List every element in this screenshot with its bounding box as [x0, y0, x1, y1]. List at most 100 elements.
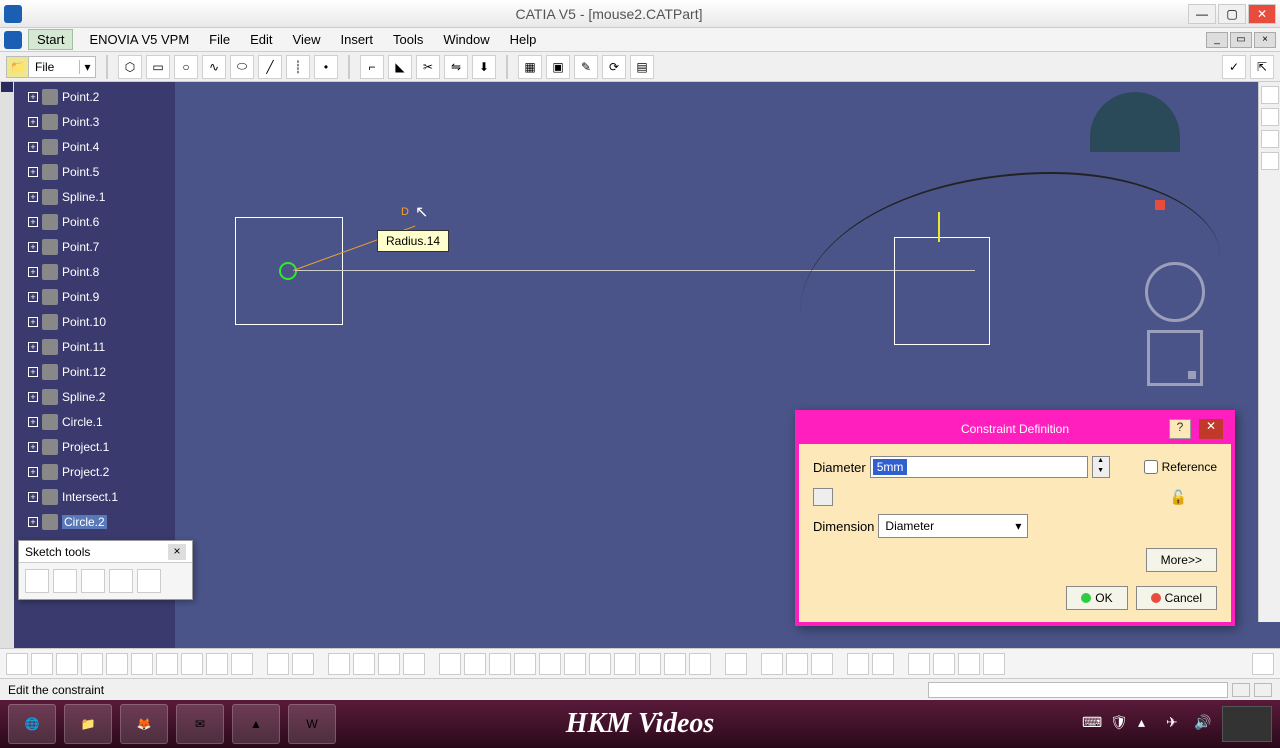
chamfer-tool[interactable]: ◣: [388, 55, 412, 79]
expander-icon[interactable]: +: [28, 517, 38, 527]
open-button[interactable]: [31, 653, 53, 675]
menu-file[interactable]: File: [199, 30, 240, 49]
tree-item[interactable]: +Point.12: [28, 359, 175, 384]
wireframe-button[interactable]: [353, 653, 375, 675]
lock-icon[interactable]: 🔓: [1170, 489, 1187, 506]
expander-icon[interactable]: +: [28, 392, 38, 402]
dimension-position-icon[interactable]: [813, 488, 833, 506]
keyboard-tray-icon[interactable]: ⌨: [1082, 714, 1102, 734]
mail-taskbar[interactable]: ✉: [176, 704, 224, 744]
paste-button[interactable]: [156, 653, 178, 675]
catia-taskbar[interactable]: ▲: [232, 704, 280, 744]
tree-item[interactable]: +Circle.2: [28, 509, 175, 534]
copy-button[interactable]: [131, 653, 153, 675]
profile-tool[interactable]: ⬡: [118, 55, 142, 79]
tree-item[interactable]: +Point.4: [28, 134, 175, 159]
expander-icon[interactable]: +: [28, 242, 38, 252]
expander-icon[interactable]: +: [28, 367, 38, 377]
spline-tool[interactable]: ∿: [202, 55, 226, 79]
fit-button[interactable]: [439, 653, 461, 675]
webcam-preview[interactable]: [1222, 706, 1272, 742]
part-design-button[interactable]: [908, 653, 930, 675]
hlr-button[interactable]: [689, 653, 711, 675]
assembly-button[interactable]: [933, 653, 955, 675]
circle-tool[interactable]: ○: [174, 55, 198, 79]
expander-icon[interactable]: +: [28, 467, 38, 477]
tree-item[interactable]: +Point.2: [28, 84, 175, 109]
multi-view-button[interactable]: [589, 653, 611, 675]
update-tool[interactable]: ✓: [1222, 55, 1246, 79]
start-menu[interactable]: Start: [28, 29, 73, 50]
status-icon-1[interactable]: [1232, 683, 1250, 697]
snap-tool[interactable]: [53, 569, 77, 593]
menu-insert[interactable]: Insert: [330, 30, 383, 49]
tree-item[interactable]: +Point.10: [28, 309, 175, 334]
new-button[interactable]: [6, 653, 28, 675]
edit-tool[interactable]: ✎: [574, 55, 598, 79]
redo-button[interactable]: [206, 653, 228, 675]
expander-icon[interactable]: +: [28, 492, 38, 502]
volume-tray-icon[interactable]: 🔊: [1194, 714, 1214, 734]
construction-tool[interactable]: [81, 569, 105, 593]
rt-btn-3[interactable]: [1261, 130, 1279, 148]
maximize-button[interactable]: ▢: [1218, 4, 1246, 24]
undo-button[interactable]: [181, 653, 203, 675]
tree-scrollbar[interactable]: [0, 82, 14, 648]
reference-checkbox[interactable]: [1144, 460, 1158, 474]
expander-icon[interactable]: +: [28, 142, 38, 152]
normal-view-button[interactable]: [564, 653, 586, 675]
expander-icon[interactable]: +: [28, 317, 38, 327]
tree-item[interactable]: +Project.1: [28, 434, 175, 459]
ds-logo-button[interactable]: [1252, 653, 1274, 675]
menu-view[interactable]: View: [283, 30, 331, 49]
expander-icon[interactable]: +: [28, 217, 38, 227]
save-button[interactable]: [56, 653, 78, 675]
pan-button[interactable]: [464, 653, 486, 675]
status-icon-2[interactable]: [1254, 683, 1272, 697]
rt-btn-4[interactable]: [1261, 152, 1279, 170]
antivirus-tray-icon[interactable]: 🛡: [1110, 714, 1130, 734]
constraint-box-tool[interactable]: ▣: [546, 55, 570, 79]
corner-tool[interactable]: ⌐: [360, 55, 384, 79]
menu-tools[interactable]: Tools: [383, 30, 433, 49]
zoom-out-button[interactable]: [539, 653, 561, 675]
tree-item[interactable]: +Point.7: [28, 234, 175, 259]
formula-button[interactable]: [267, 653, 289, 675]
tree-item[interactable]: +Point.5: [28, 159, 175, 184]
dialog-help-button[interactable]: ?: [1169, 419, 1191, 439]
tree-item[interactable]: +Spline.1: [28, 184, 175, 209]
red-handle[interactable]: [1155, 200, 1165, 210]
mdi-close[interactable]: ×: [1254, 32, 1276, 48]
grid-tool[interactable]: [25, 569, 49, 593]
view-compass[interactable]: [1130, 262, 1220, 392]
swap-button[interactable]: [786, 653, 808, 675]
expander-icon[interactable]: +: [28, 117, 38, 127]
line-tool[interactable]: ╱: [258, 55, 282, 79]
tree-item[interactable]: +Circle.1: [28, 409, 175, 434]
grid-button[interactable]: [328, 653, 350, 675]
rotate-button[interactable]: [489, 653, 511, 675]
expander-icon[interactable]: +: [28, 292, 38, 302]
more-button[interactable]: More>>: [1146, 548, 1217, 572]
animate-tool[interactable]: ⟳: [602, 55, 626, 79]
expander-icon[interactable]: +: [28, 267, 38, 277]
geo-constraint-tool[interactable]: [109, 569, 133, 593]
drafting-button[interactable]: [958, 653, 980, 675]
tree-item[interactable]: +Project.2: [28, 459, 175, 484]
tree-item[interactable]: +Point.11: [28, 334, 175, 359]
workbench-button[interactable]: [872, 653, 894, 675]
sketch-tools-close[interactable]: ×: [168, 544, 186, 560]
tree-item[interactable]: +Point.3: [28, 109, 175, 134]
ok-button[interactable]: OK: [1066, 586, 1127, 610]
dimension-select[interactable]: Diameter ▾: [878, 514, 1028, 538]
sketch-circle[interactable]: [279, 262, 297, 280]
comment-button[interactable]: [292, 653, 314, 675]
hide-show-button[interactable]: [761, 653, 783, 675]
diameter-spinner[interactable]: ▲▼: [1092, 456, 1110, 478]
tree-expand-button[interactable]: [725, 653, 747, 675]
menu-enovia[interactable]: ENOVIA V5 VPM: [79, 30, 199, 49]
expander-icon[interactable]: +: [28, 92, 38, 102]
gsd-button[interactable]: [983, 653, 1005, 675]
trim-tool[interactable]: ✂: [416, 55, 440, 79]
exit-sketch-tool[interactable]: ⇱: [1250, 55, 1274, 79]
